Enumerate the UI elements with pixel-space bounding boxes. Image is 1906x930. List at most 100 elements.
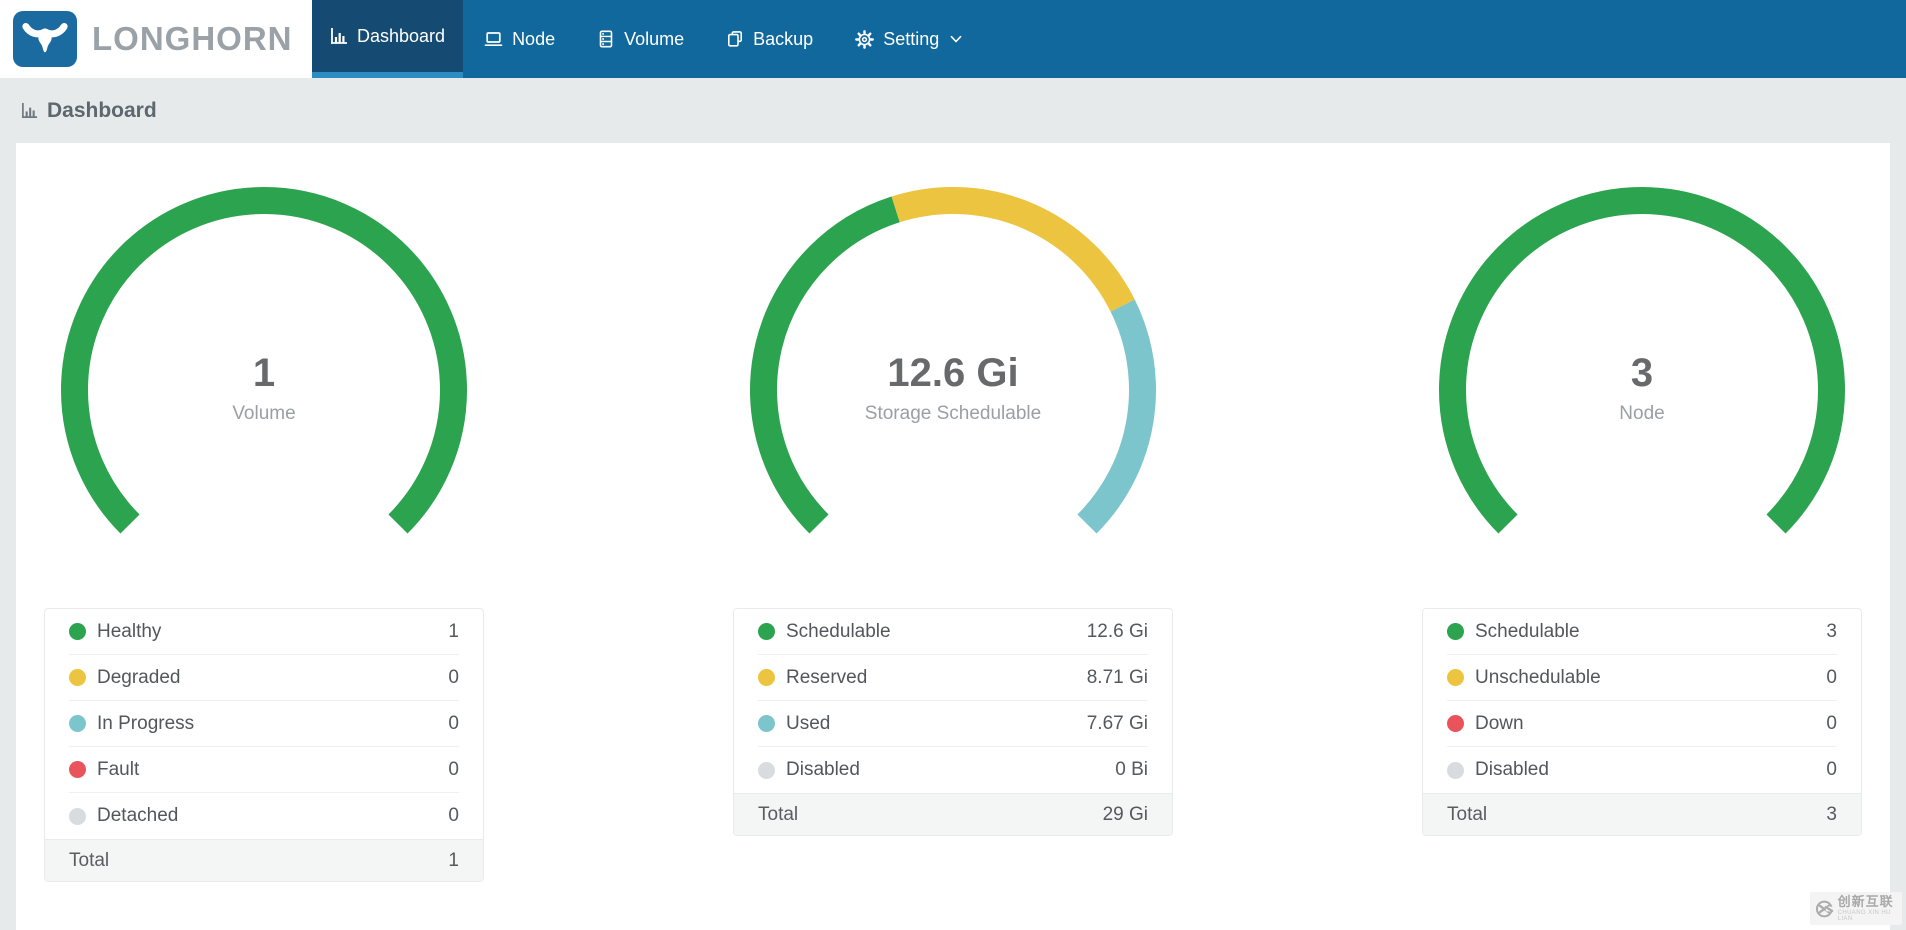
legend-total-row: Total 29 Gi: [734, 793, 1172, 835]
legend-dot: [69, 808, 86, 825]
legend-label: Schedulable: [1475, 621, 1580, 643]
legend-value: 0: [448, 667, 459, 689]
gauge-chart: 3 Node: [1439, 187, 1845, 593]
legend-row: Used 7.67 Gi: [758, 701, 1148, 747]
legend-label: Fault: [97, 759, 139, 781]
legend-dot: [1447, 762, 1464, 779]
nav-item-setting[interactable]: Setting: [834, 0, 983, 78]
gauge-center-value: 1: [61, 347, 467, 399]
gauge-center-value: 3: [1439, 347, 1845, 399]
legend-table: Healthy 1 Degraded 0 In Progress 0 Fault 0 Detac…: [44, 608, 484, 882]
legend-dot: [69, 669, 86, 686]
nav-item-label: Setting: [883, 29, 939, 50]
gauge-center-label: Node: [1439, 402, 1845, 426]
gauge-chart: 1 Volume: [61, 187, 467, 593]
nav-item-label: Volume: [624, 29, 684, 50]
main-nav: Dashboard Node Volume Backup Setting: [312, 0, 983, 78]
legend-label: Healthy: [97, 621, 161, 643]
brand-logo[interactable]: LONGHORN: [0, 0, 312, 78]
gauge-column-1: 12.6 Gi Storage Schedulable Schedulable 1…: [733, 187, 1173, 930]
legend-dot: [69, 761, 86, 778]
backup-icon: [726, 30, 744, 48]
legend-row: Fault 0: [69, 747, 459, 793]
legend-label: Detached: [97, 805, 178, 827]
top-navbar: LONGHORN Dashboard Node Volume Backup Settin…: [0, 0, 1906, 78]
legend-row: In Progress 0: [69, 701, 459, 747]
legend-total-row: Total 1: [45, 839, 483, 881]
legend-value: 1: [448, 621, 459, 643]
legend-row: Reserved 8.71 Gi: [758, 655, 1148, 701]
nav-item-dashboard[interactable]: Dashboard: [312, 0, 463, 78]
legend-value: 0: [448, 713, 459, 735]
legend-value: 0: [1826, 759, 1837, 781]
page-title: Dashboard: [47, 99, 157, 123]
legend-dot: [1447, 669, 1464, 686]
gauge-center-label: Storage Schedulable: [750, 402, 1156, 426]
legend-label: Used: [786, 713, 830, 735]
dashboard-card: 1 Volume Healthy1Degraded0In Progress0Fa…: [16, 143, 1890, 930]
watermark-badge[interactable]: 创新互联 CHUANG XIN HU LIAN: [1810, 892, 1902, 925]
legend-label: Disabled: [786, 759, 860, 781]
gauge-center-value: 12.6 Gi: [750, 347, 1156, 399]
legend-row: Unschedulable 0: [1447, 655, 1837, 701]
legend-total-row: Total3: [1423, 793, 1861, 835]
legend-value: 3: [1826, 621, 1837, 643]
watermark-logo-icon: [1815, 898, 1834, 920]
legend-label: Schedulable: [786, 621, 891, 643]
legend-row: Degraded 0: [69, 655, 459, 701]
legend-dot: [1447, 623, 1464, 640]
node-icon: [484, 30, 503, 48]
watermark-text-en: CHUANG XIN HU LIAN: [1838, 910, 1897, 922]
legend-label: Unschedulable: [1475, 667, 1601, 689]
legend-total-label: Total: [758, 804, 798, 826]
nav-item-label: Backup: [753, 29, 813, 50]
legend-label: Degraded: [97, 667, 180, 689]
gauge-center-label: Volume: [61, 402, 467, 426]
gauge-segment-reserved: [896, 201, 1123, 306]
legend-dot: [758, 762, 775, 779]
longhorn-bull-icon: [13, 11, 77, 67]
legend-dot: [758, 623, 775, 640]
nav-item-backup[interactable]: Backup: [705, 0, 834, 78]
legend-row: Down 0: [1447, 701, 1837, 747]
legend-dot: [69, 715, 86, 732]
legend-value: 0 Bi: [1115, 759, 1148, 781]
legend-value: 12.6 Gi: [1087, 621, 1148, 643]
volume-icon: [597, 30, 615, 48]
legend-total-label: Total: [1447, 804, 1487, 826]
legend-value: 0: [448, 759, 459, 781]
legend-value: 7.67 Gi: [1087, 713, 1148, 735]
legend-row: Healthy 1: [69, 609, 459, 655]
legend-value: 0: [1826, 667, 1837, 689]
legend-dot: [758, 715, 775, 732]
legend-table: Schedulable3Unschedulable0Down0Disabled0…: [1422, 608, 1862, 836]
gauge-chart: 12.6 Gi Storage Schedulable: [750, 187, 1156, 593]
legend-total-value: 1: [448, 850, 459, 872]
legend-row: Disabled 0 Bi: [758, 747, 1148, 793]
nav-item-node[interactable]: Node: [463, 0, 576, 78]
legend-value: 0: [1826, 713, 1837, 735]
legend-table: Schedulable 12.6 Gi Reserved 8.71 Gi Used 7.6…: [733, 608, 1173, 836]
legend-label: Down: [1475, 713, 1524, 735]
legend-row: Schedulable 3: [1447, 609, 1837, 655]
page-title-band: Dashboard: [0, 78, 1906, 143]
gauge-column-2: 3 Node Schedulable3Unschedulable0Down0Di…: [1422, 187, 1862, 930]
legend-dot: [1447, 715, 1464, 732]
nav-item-label: Dashboard: [357, 26, 445, 47]
legend-dot: [758, 669, 775, 686]
brand-name: LONGHORN: [92, 20, 293, 58]
watermark-text-cn: 创新互联: [1838, 895, 1897, 908]
dashboard-chart-icon: [21, 102, 38, 119]
gauge-column-0: 1 Volume Healthy1Degraded0In Progress0Fa…: [44, 187, 484, 930]
legend-row: Detached0: [69, 793, 459, 839]
legend-total-label: Total: [69, 850, 109, 872]
legend-label: In Progress: [97, 713, 194, 735]
legend-label: Reserved: [786, 667, 867, 689]
legend-value: 8.71 Gi: [1087, 667, 1148, 689]
bar-chart-icon: [330, 27, 348, 45]
legend-dot: [69, 623, 86, 640]
nav-item-label: Node: [512, 29, 555, 50]
legend-total-value: 29 Gi: [1103, 804, 1148, 826]
legend-row: Disabled0: [1447, 747, 1837, 793]
nav-item-volume[interactable]: Volume: [576, 0, 705, 78]
